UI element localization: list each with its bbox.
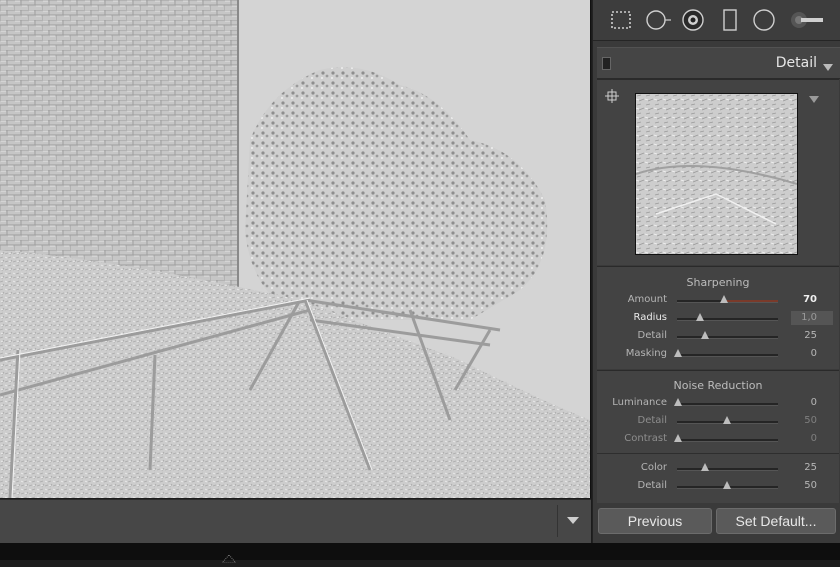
panel-title: Detail	[775, 55, 817, 71]
bottom-strip	[0, 543, 840, 560]
slider-value-field[interactable]: 1,0	[791, 311, 833, 325]
slider-label: Contrast	[624, 433, 667, 444]
slider-row-masking[interactable]: Masking 0	[597, 346, 839, 364]
tool-strip	[593, 0, 840, 41]
slider-row-color[interactable]: Color 25	[597, 460, 839, 478]
red-eye-icon[interactable]	[682, 9, 704, 31]
detail-zoom-preview[interactable]	[635, 93, 798, 255]
slider-value[interactable]: 50	[804, 415, 817, 426]
slider-track[interactable]	[674, 398, 778, 406]
slider-row-radius[interactable]: Radius 1,0	[597, 310, 839, 328]
adjustment-brush-icon[interactable]	[789, 9, 825, 31]
slider-track[interactable]	[674, 349, 778, 357]
collapse-triangle-icon[interactable]	[823, 57, 833, 76]
resize-grip-icon[interactable]	[220, 548, 238, 564]
slider-value[interactable]: 0	[811, 348, 817, 359]
slider-thumb[interactable]	[720, 295, 728, 303]
slider-thumb[interactable]	[723, 481, 731, 489]
detail-preview-section	[597, 79, 839, 265]
slider-row-detail[interactable]: Detail 25	[597, 328, 839, 346]
preview-collapse-triangle-icon[interactable]	[809, 89, 819, 108]
previous-button[interactable]: Previous	[598, 508, 712, 534]
sharpening-section: Sharpening Amount 70 Radius 1,0 Detail 2…	[597, 266, 839, 369]
slider-value[interactable]: 70	[803, 294, 817, 305]
slider-label: Color	[640, 462, 667, 473]
crop-overlay-icon[interactable]	[610, 9, 632, 31]
filmstrip-toggle-icon[interactable]	[557, 505, 588, 537]
slider-row-luminance-detail[interactable]: Detail 50	[597, 413, 839, 431]
slider-value[interactable]: 50	[804, 480, 817, 491]
slider-thumb[interactable]	[723, 416, 731, 424]
slider-thumb[interactable]	[696, 313, 704, 321]
detail-panel-header[interactable]: Detail	[597, 47, 840, 79]
slider-track[interactable]	[677, 313, 778, 321]
slider-label: Radius	[633, 312, 667, 323]
slider-label: Detail	[637, 480, 667, 491]
slider-track[interactable]	[674, 434, 778, 442]
set-default-button[interactable]: Set Default...	[716, 508, 836, 534]
slider-thumb[interactable]	[701, 331, 709, 339]
panel-toggle-switch[interactable]	[602, 57, 611, 70]
slider-track[interactable]	[677, 481, 778, 489]
noise-reduction-section: Noise Reduction Luminance 0 Detail 50 Co…	[597, 370, 839, 503]
slider-thumb[interactable]	[701, 463, 709, 471]
slider-fill	[724, 300, 778, 302]
slider-label: Detail	[637, 415, 667, 426]
slider-thumb[interactable]	[674, 349, 682, 357]
slider-value[interactable]: 0	[811, 433, 817, 444]
slider-track[interactable]	[677, 295, 778, 303]
slider-value[interactable]: 0	[811, 397, 817, 408]
radial-filter-icon[interactable]	[753, 9, 775, 31]
slider-row-amount[interactable]: Amount 70	[597, 292, 839, 310]
slider-label: Luminance	[612, 397, 667, 408]
slider-value: 1,0	[801, 312, 817, 323]
slider-label: Masking	[625, 348, 667, 359]
develop-right-panel: Detail Sharpening Amount 70 Radius 1,0 D…	[592, 0, 840, 543]
slider-label: Detail	[637, 330, 667, 341]
spot-removal-icon[interactable]	[646, 9, 672, 31]
slider-row-luminance[interactable]: Luminance 0	[597, 395, 839, 413]
graduated-filter-icon[interactable]	[719, 9, 741, 31]
slider-thumb[interactable]	[674, 434, 682, 442]
slider-track[interactable]	[677, 463, 778, 471]
slider-track[interactable]	[677, 331, 778, 339]
photo-preview[interactable]	[0, 0, 591, 498]
divider	[597, 453, 839, 454]
filmstrip-bar	[0, 499, 591, 544]
slider-thumb[interactable]	[674, 398, 682, 406]
sharpening-title: Sharpening	[686, 276, 750, 289]
slider-value[interactable]: 25	[804, 330, 817, 341]
slider-track[interactable]	[677, 416, 778, 424]
slider-row-contrast[interactable]: Contrast 0	[597, 431, 839, 449]
slider-row-color-detail[interactable]: Detail 50	[597, 478, 839, 496]
noise-reduction-title: Noise Reduction	[673, 379, 763, 392]
crosshair-icon[interactable]	[605, 88, 619, 103]
slider-value[interactable]: 25	[804, 462, 817, 473]
slider-label: Amount	[627, 294, 667, 305]
